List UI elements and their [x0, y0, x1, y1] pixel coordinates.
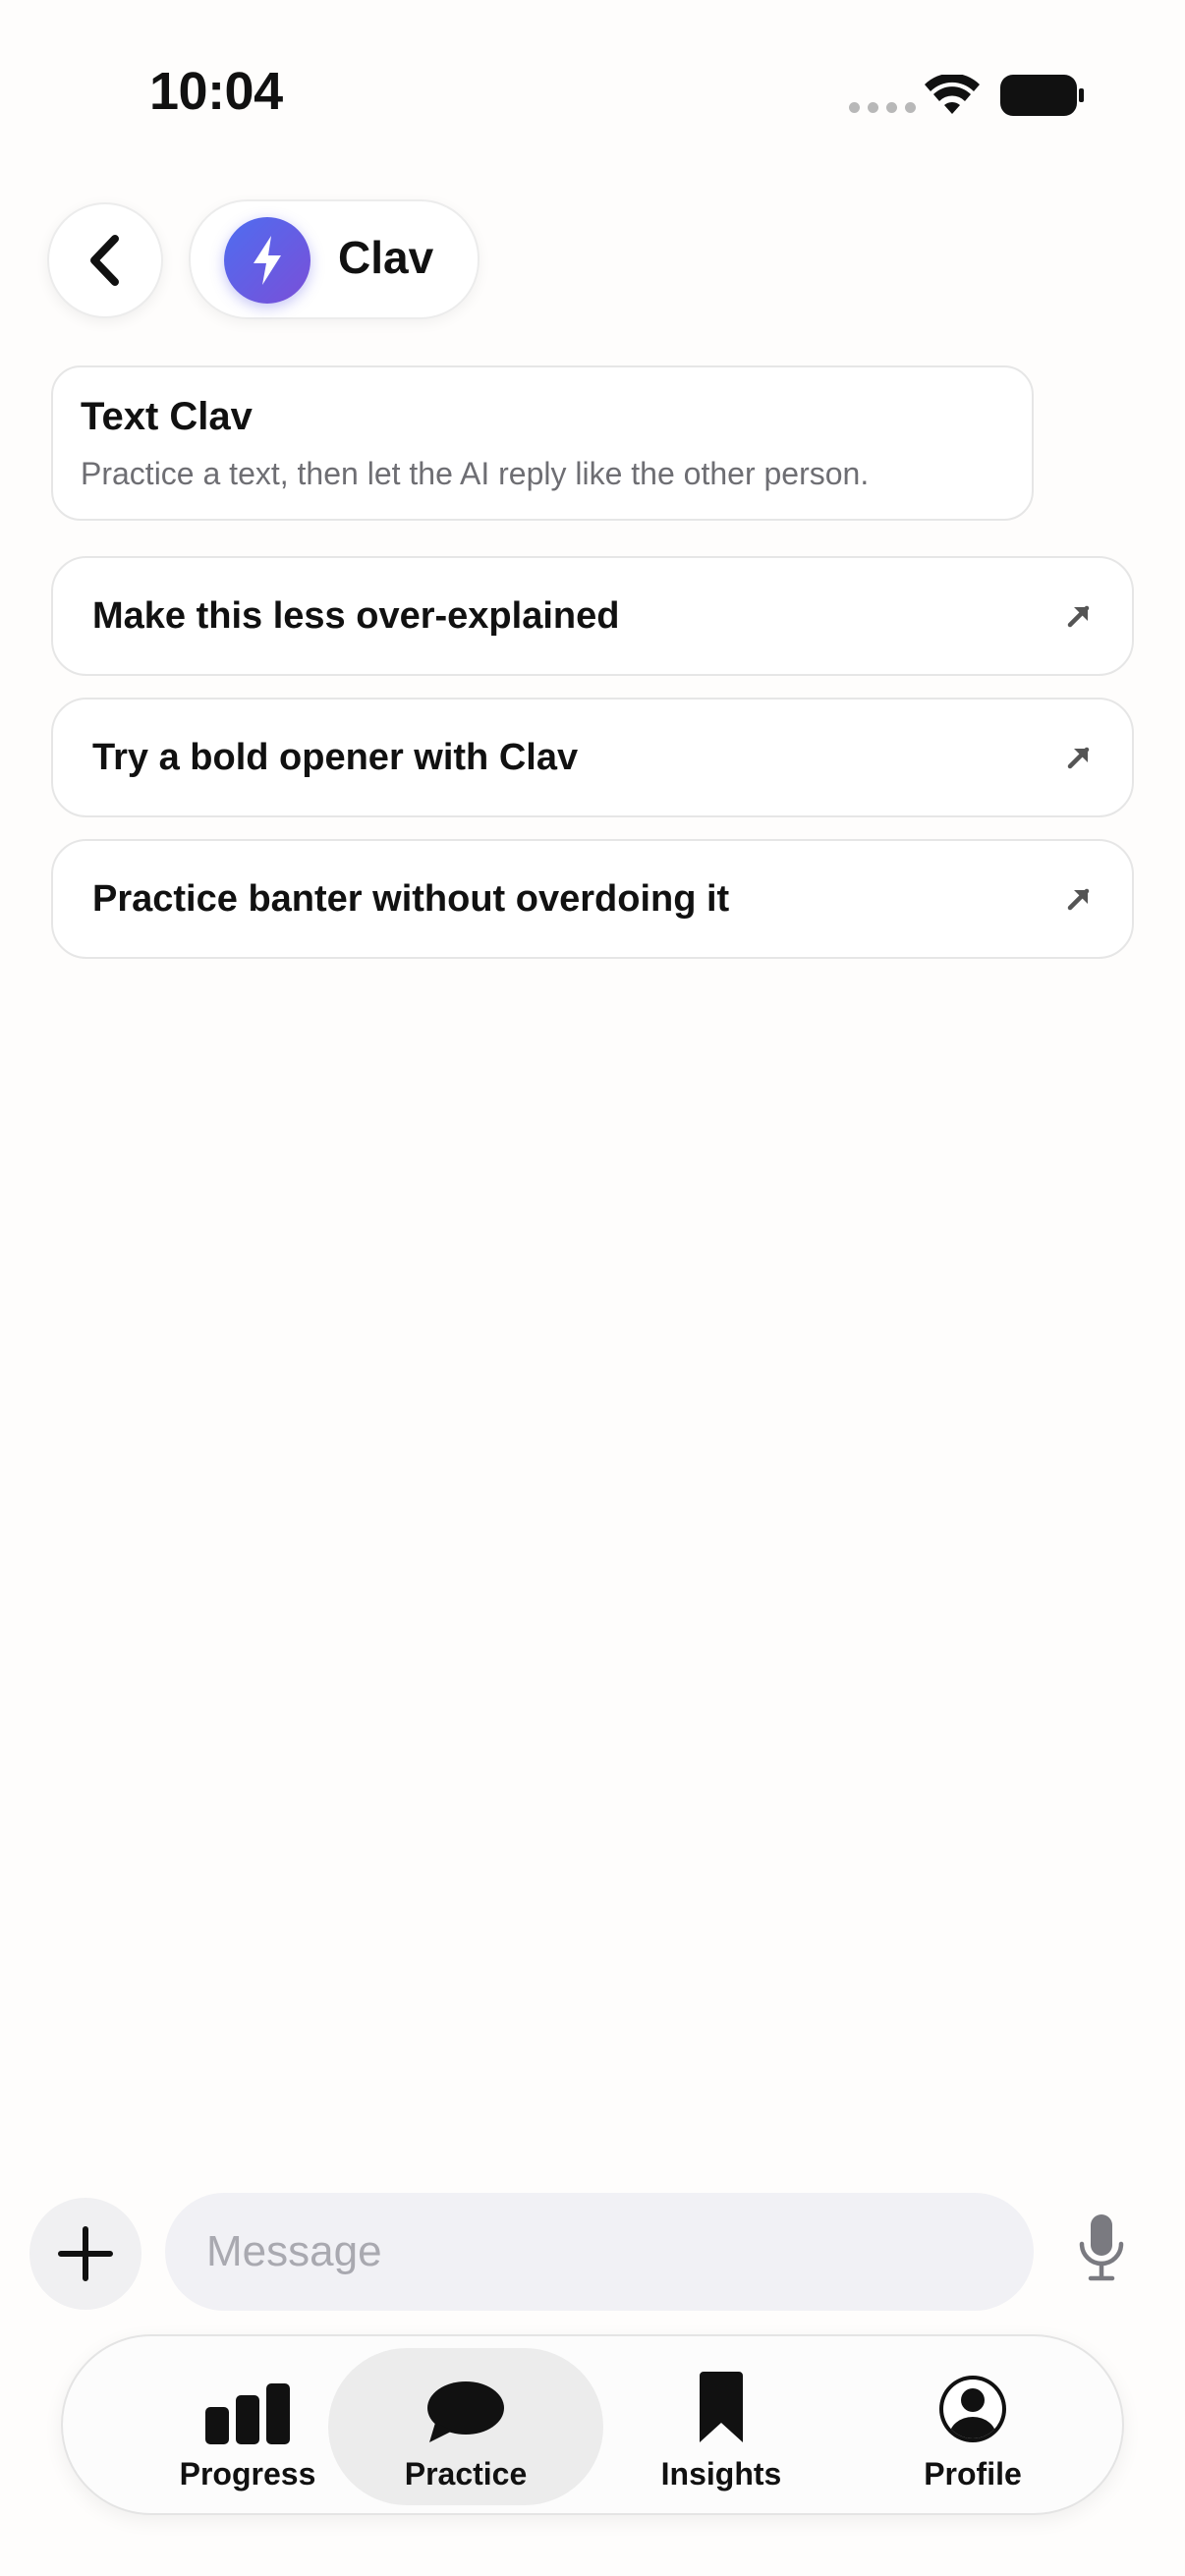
status-time: 10:04: [149, 62, 283, 121]
message-input[interactable]: [165, 2193, 1034, 2311]
plus-icon: [58, 2226, 113, 2281]
bar-chart-icon: [205, 2383, 290, 2444]
suggestion-button[interactable]: Practice banter without overdoing it: [51, 839, 1134, 959]
suggestion-label: Practice banter without overdoing it: [92, 877, 730, 920]
cellular-signal-icon: [849, 102, 916, 113]
tab-label: Insights: [660, 2456, 782, 2492]
suggestion-button[interactable]: Try a bold opener with Clav: [51, 698, 1134, 817]
assistant-chip[interactable]: Clav: [189, 199, 480, 319]
intro-subtitle: Practice a text, then let the AI reply l…: [81, 456, 870, 491]
suggestion-button[interactable]: Make this less over-explained: [51, 556, 1134, 676]
assistant-avatar: [224, 217, 310, 304]
tab-label: Practice: [404, 2456, 528, 2492]
suggestion-label: Make this less over-explained: [92, 594, 620, 637]
suggestion-label: Try a bold opener with Clav: [92, 736, 579, 778]
tab-insights[interactable]: Insights: [584, 2348, 859, 2505]
lightning-bolt-icon: [254, 236, 281, 285]
arrow-up-right-icon: [1067, 747, 1090, 769]
intro-title: Text Clav: [81, 395, 253, 438]
bookmark-icon: [700, 2372, 743, 2442]
tab-bar: Progress Practice Insights Profile: [61, 2334, 1124, 2515]
tab-profile[interactable]: Profile: [835, 2348, 1110, 2505]
arrow-up-right-icon: [1067, 888, 1090, 911]
tab-practice[interactable]: Practice: [328, 2348, 603, 2505]
add-attachment-button[interactable]: [29, 2198, 141, 2310]
tab-label: Progress: [179, 2456, 316, 2492]
tab-label: Profile: [924, 2456, 1022, 2492]
person-circle-icon: [939, 2376, 1006, 2442]
status-bar: 10:04: [0, 0, 1185, 147]
chat-bubble-icon: [427, 2381, 504, 2442]
microphone-icon[interactable]: [1077, 2212, 1126, 2285]
intro-card: Text Clav Practice a text, then let the …: [51, 365, 1034, 521]
battery-icon: [1000, 75, 1084, 116]
wifi-icon: [925, 75, 980, 114]
arrow-up-right-icon: [1067, 605, 1090, 628]
back-button[interactable]: [47, 202, 163, 318]
assistant-name: Clav: [338, 232, 434, 283]
chevron-left-icon: [90, 235, 119, 286]
